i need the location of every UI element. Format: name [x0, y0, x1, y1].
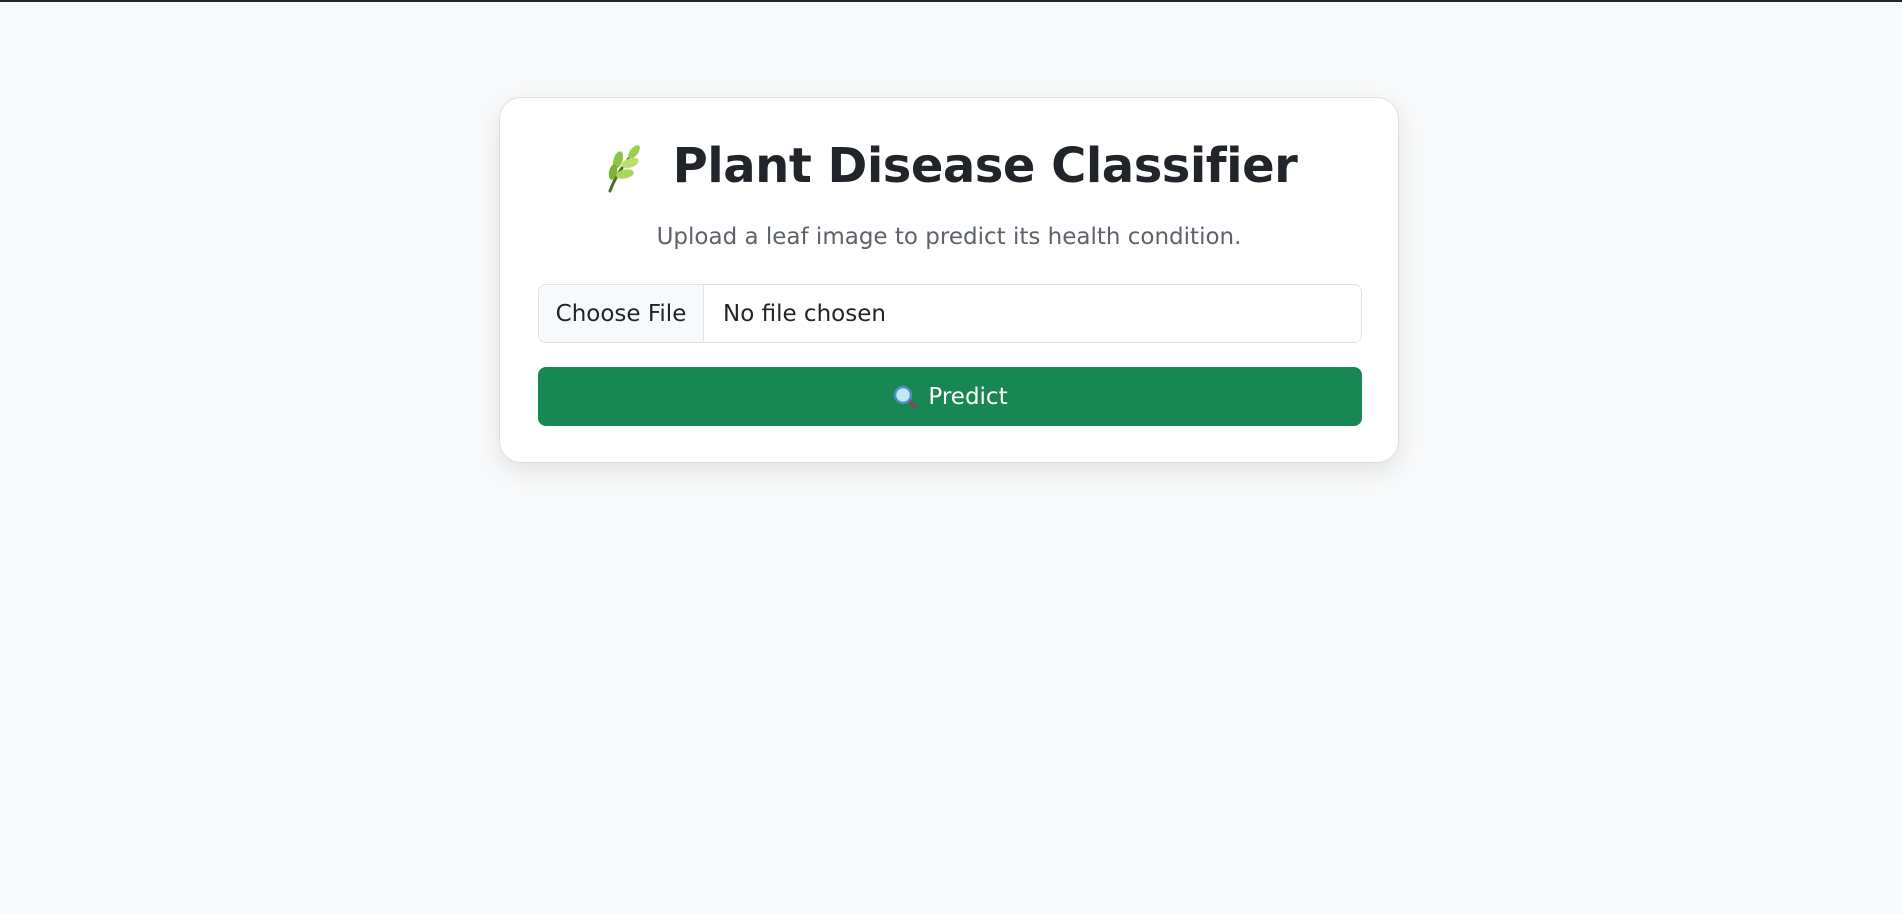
- magnifying-glass-icon: [892, 384, 918, 410]
- choose-file-button[interactable]: Choose File: [539, 285, 704, 342]
- predict-button-label: Predict: [928, 383, 1008, 410]
- title-row: Plant Disease Classifier: [500, 136, 1398, 196]
- predict-button[interactable]: Predict: [538, 367, 1362, 426]
- file-input[interactable]: Choose File No file chosen: [538, 284, 1362, 343]
- file-status: No file chosen: [723, 300, 886, 327]
- leaf-icon: [601, 139, 651, 193]
- classifier-card: Plant Disease Classifier Upload a leaf i…: [499, 97, 1399, 463]
- page-title: Plant Disease Classifier: [672, 138, 1298, 194]
- page-subtitle: Upload a leaf image to predict its healt…: [656, 224, 1242, 250]
